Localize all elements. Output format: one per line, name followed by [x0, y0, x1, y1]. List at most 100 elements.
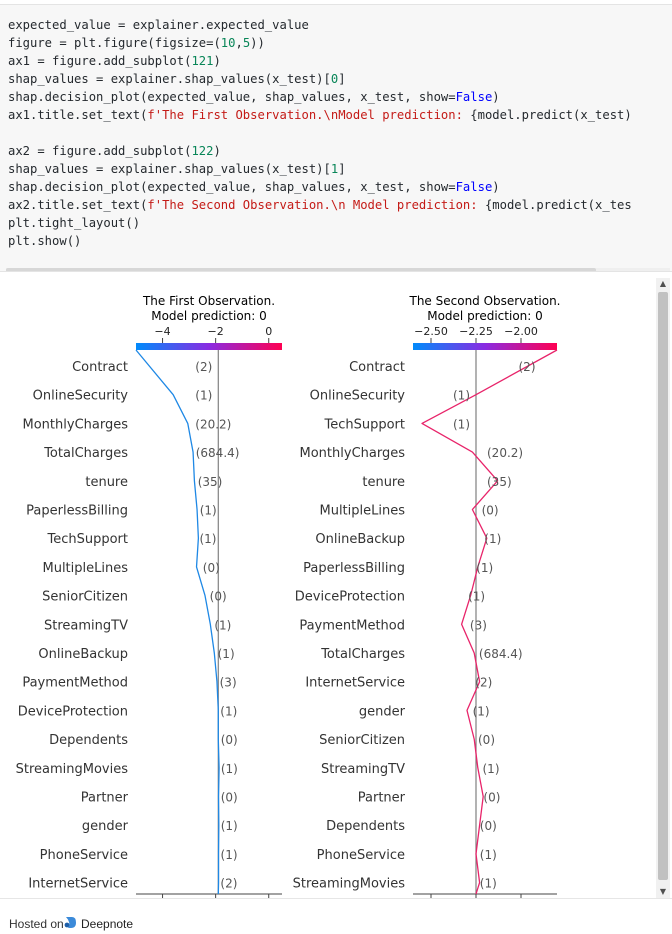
- code-line: plt.tight_layout(): [8, 214, 632, 232]
- feature-value-label: (1): [473, 704, 490, 718]
- code-token: figure = plt.figure(figsize=(: [8, 36, 221, 50]
- deepnote-link[interactable]: Deepnote: [81, 917, 133, 931]
- code-token: 10: [220, 36, 236, 50]
- feature-value-label: (1): [480, 848, 497, 862]
- feature-label: DeviceProtection: [295, 590, 405, 605]
- feature-value-label: (1): [453, 389, 470, 403]
- code-token: ]: [338, 72, 346, 86]
- code-editor[interactable]: expected_value = explainer.expected_valu…: [8, 16, 632, 250]
- feature-label: gender: [82, 819, 129, 834]
- code-token: expected_value = explainer.expected_valu…: [8, 18, 309, 32]
- code-token: {model.predict(x_test): [470, 108, 632, 122]
- x-tick-label: −4: [154, 325, 170, 338]
- feature-value-label: (684.4): [196, 446, 240, 460]
- feature-value-label: (0): [221, 733, 238, 747]
- code-token: ax2 = figure.add_subplot(: [8, 144, 192, 158]
- feature-label: InternetService: [305, 676, 405, 691]
- feature-value-label: (20.2): [195, 417, 231, 431]
- feature-label: OnlineBackup: [38, 647, 128, 662]
- feature-value-label: (20.2): [487, 446, 523, 460]
- decision-line: [421, 349, 558, 895]
- decision-plots: The First Observation.Model prediction: …: [16, 294, 561, 898]
- feature-value-label: (0): [482, 504, 499, 518]
- feature-value-label: (1): [221, 819, 238, 833]
- feature-label: Contract: [72, 360, 128, 375]
- feature-value-label: (1): [221, 762, 238, 776]
- feature-label: MonthlyCharges: [23, 417, 129, 432]
- feature-value-label: (684.4): [479, 647, 523, 661]
- code-line: ax1 = figure.add_subplot(121): [8, 52, 632, 70]
- code-token: shap_values = explainer.shap_values(x_te…: [8, 162, 331, 176]
- code-line: shap_values = explainer.shap_values(x_te…: [8, 70, 632, 88]
- feature-label: PaperlessBilling: [26, 504, 128, 519]
- feature-label: PhoneService: [40, 848, 128, 863]
- feature-value-label: (1): [200, 504, 217, 518]
- code-token: ): [213, 54, 221, 68]
- feature-value-label: (2): [519, 360, 536, 374]
- feature-label: PaymentMethod: [299, 618, 405, 633]
- code-cell[interactable]: expected_value = explainer.expected_valu…: [0, 4, 672, 272]
- code-token: {model.predict(x_tes: [484, 198, 632, 212]
- feature-label: TotalCharges: [43, 446, 128, 461]
- x-tick-label: −2.50: [414, 325, 448, 338]
- feature-label: PaymentMethod: [22, 676, 128, 691]
- feature-label: StreamingTV: [321, 762, 405, 777]
- horizontal-scrollbar-thumb[interactable]: [6, 268, 596, 271]
- feature-value-label: (0): [221, 791, 238, 805]
- feature-value-label: (1): [195, 389, 212, 403]
- feature-value-label: (0): [210, 590, 227, 604]
- vertical-scrollbar[interactable]: ▲ ▼: [656, 278, 670, 898]
- x-tick-label: −2: [208, 325, 224, 338]
- feature-value-label: (2): [475, 676, 492, 690]
- code-line: ax2 = figure.add_subplot(122): [8, 142, 632, 160]
- feature-label: PhoneService: [317, 848, 405, 863]
- vertical-scrollbar-thumb[interactable]: [658, 292, 668, 880]
- x-tick-label: −2.00: [504, 325, 538, 338]
- feature-value-label: (1): [218, 647, 235, 661]
- code-token: ): [492, 90, 500, 104]
- feature-value-label: (1): [199, 532, 216, 546]
- feature-value-label: (1): [468, 590, 485, 604]
- feature-label: Dependents: [326, 819, 405, 834]
- code-line: plt.show(): [8, 232, 632, 250]
- feature-label: MultipleLines: [42, 561, 128, 576]
- feature-label: MultipleLines: [319, 504, 405, 519]
- code-token: 122: [191, 144, 214, 158]
- feature-value-label: (1): [453, 417, 470, 431]
- scroll-up-arrow-icon[interactable]: ▲: [656, 278, 670, 290]
- code-token: plt.tight_layout(): [8, 216, 141, 230]
- code-token: f'The First Observation.\nModel predicti…: [147, 108, 471, 122]
- x-tick-label: 0: [265, 325, 272, 338]
- horizontal-scrollbar[interactable]: [6, 268, 670, 271]
- feature-label: StreamingMovies: [293, 877, 406, 892]
- feature-value-label: (1): [221, 848, 238, 862]
- code-line: expected_value = explainer.expected_valu…: [8, 16, 632, 34]
- hosted-on-label: Hosted on: [9, 917, 64, 931]
- feature-label: PaperlessBilling: [303, 561, 405, 576]
- feature-label: OnlineBackup: [315, 532, 405, 547]
- feature-value-label: (2): [220, 877, 237, 891]
- feature-label: tenure: [362, 475, 405, 490]
- plot-title: Model prediction: 0: [151, 309, 267, 323]
- feature-value-label: (1): [220, 704, 237, 718]
- feature-value-label: (0): [478, 733, 495, 747]
- scroll-down-arrow-icon[interactable]: ▼: [656, 886, 670, 898]
- colorbar: [413, 343, 557, 350]
- feature-label: StreamingMovies: [16, 762, 129, 777]
- feature-label: Dependents: [49, 733, 128, 748]
- cell-output: The First Observation. Model prediction: …: [0, 276, 672, 898]
- code-line: shap.decision_plot(expected_value, shap_…: [8, 178, 632, 196]
- feature-value-label: (35): [487, 475, 512, 489]
- code-token: shap.decision_plot(expected_value, shap_…: [8, 180, 456, 194]
- code-token: ): [492, 180, 500, 194]
- feature-value-label: (0): [480, 819, 497, 833]
- feature-label: TechSupport: [46, 532, 128, 547]
- code-line: figure = plt.figure(figsize=(10,5)): [8, 34, 632, 52]
- feature-label: MonthlyCharges: [300, 446, 406, 461]
- feature-value-label: (1): [480, 877, 497, 891]
- code-token: )): [250, 36, 265, 50]
- code-token: ax2.title.set_text(: [8, 198, 148, 212]
- feature-value-label: (3): [220, 676, 237, 690]
- feature-value-label: (1): [483, 762, 500, 776]
- feature-value-label: (1): [484, 532, 501, 546]
